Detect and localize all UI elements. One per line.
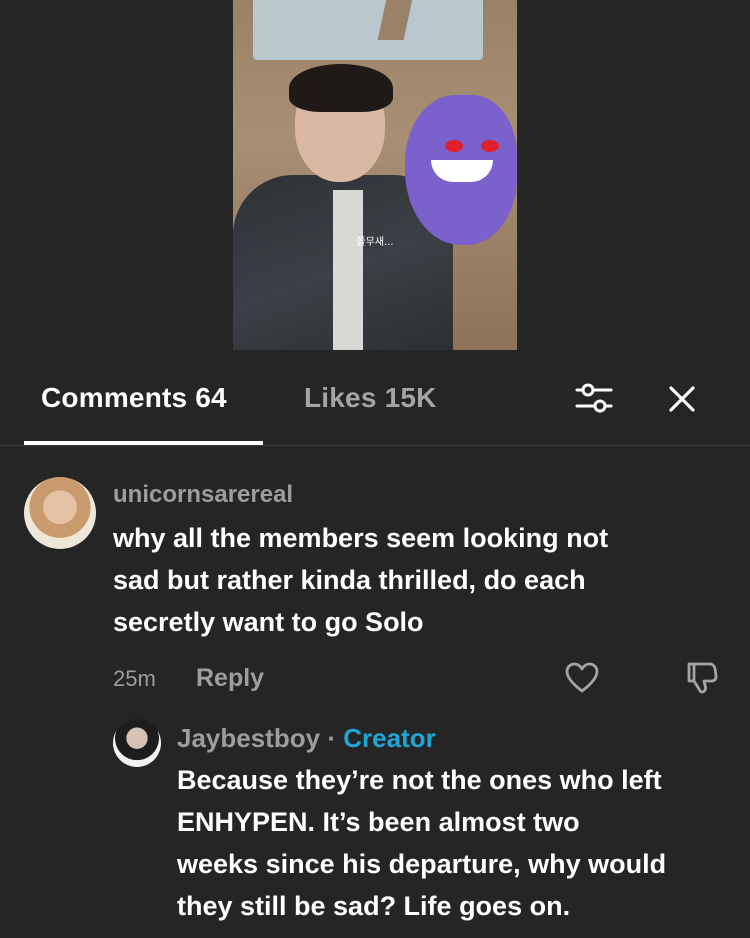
video-subtitle: 쫄무새...	[356, 237, 394, 248]
reply-item: Jaybestboy · Creator Because they’re not…	[0, 350, 750, 938]
creator-badge: Creator	[343, 723, 436, 753]
separator-dot: ·	[327, 723, 336, 753]
avatar[interactable]	[113, 719, 161, 767]
comments-sheet: Comments 64 Likes 15K unicornsarereal wh…	[0, 350, 750, 938]
background-sign	[253, 0, 483, 60]
plush-eye-left	[445, 140, 463, 152]
video-thumbnail[interactable]: 쫄무새...	[233, 0, 517, 350]
reply-text: Because they’re not the ones who left EN…	[177, 765, 667, 921]
reply-username[interactable]: Jaybestboy	[177, 723, 320, 753]
person-hair	[289, 64, 393, 112]
reply-header: Jaybestboy · Creator	[177, 723, 436, 754]
person-shirt	[333, 190, 363, 350]
video-area[interactable]: 쫄무새...	[0, 0, 750, 350]
plush-eye-right	[481, 140, 499, 152]
